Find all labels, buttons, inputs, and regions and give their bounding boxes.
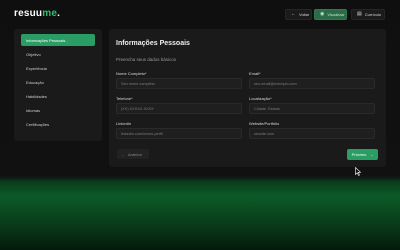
sidebar-item-label: Objetivo	[26, 51, 41, 57]
curriculum-button[interactable]: ▤ Currículo	[351, 9, 385, 20]
phone-field[interactable]: (XX) XXXXX-XXXX	[116, 103, 242, 114]
logo-accent: me	[42, 8, 58, 19]
sidebar-item-education[interactable]: Educação	[21, 76, 95, 88]
name-placeholder: Seu nome completo	[121, 81, 155, 86]
sidebar-item-label: Certificações	[26, 121, 50, 127]
previous-button[interactable]: ← Anterior	[117, 149, 149, 159]
sidebar-item-languages[interactable]: Idiomas	[21, 104, 95, 116]
sidebar-item-label: Idiomas	[26, 107, 41, 113]
top-bar: resuume. ← Voltar ◉ Visualizar ▤ Currícu…	[0, 0, 400, 28]
name-label: Nome Completo*	[116, 71, 147, 76]
arrow-right-icon: →	[369, 152, 374, 157]
page-title: Informações Pessoais	[116, 40, 190, 47]
eye-icon: ◉	[320, 11, 325, 17]
email-label: Email*	[249, 71, 261, 76]
location-placeholder: Cidade, Estado	[254, 106, 280, 111]
arrow-left-icon: ←	[121, 151, 125, 157]
linkedin-label: LinkedIn	[116, 121, 132, 126]
sidebar-item-certifications[interactable]: Certificações	[21, 118, 95, 130]
phone-label: Telefone*	[116, 96, 133, 101]
sidebar-item-label: Educação	[26, 79, 44, 85]
previous-button-label: Anterior	[128, 151, 143, 157]
sidebar-item-skills[interactable]: Habilidades	[21, 90, 95, 102]
linkedin-placeholder: linkedin.com/in/seu-perfil	[121, 131, 163, 136]
website-placeholder: seusite.com	[254, 131, 275, 136]
sidebar-item-personal-info[interactable]: Informações Pessoais	[21, 34, 95, 46]
email-field[interactable]: seu.email@exemplo.com	[249, 78, 375, 89]
website-label: Website/Portfólio	[249, 121, 280, 126]
website-field[interactable]: seusite.com	[249, 128, 375, 139]
location-label: Localização*	[249, 96, 272, 101]
logo: resuume.	[14, 8, 60, 19]
sidebar-item-label: Informações Pessoais	[26, 37, 66, 43]
location-field[interactable]: Cidade, Estado	[249, 103, 375, 114]
back-button-label: Voltar	[299, 12, 310, 17]
next-button-label: Próximo	[351, 152, 367, 157]
arrow-left-icon: ←	[291, 11, 296, 17]
linkedin-field[interactable]: linkedin.com/in/seu-perfil	[116, 128, 242, 139]
next-button[interactable]: Próximo →	[347, 149, 378, 160]
sidebar: Informações Pessoais Objetivo Experiênci…	[14, 29, 102, 141]
sidebar-item-label: Experiência	[26, 65, 47, 71]
preview-button[interactable]: ◉ Visualizar	[314, 9, 347, 20]
email-placeholder: seu.email@exemplo.com	[254, 81, 297, 86]
logo-text: resuu	[14, 8, 43, 19]
sidebar-item-objective[interactable]: Objetivo	[21, 48, 95, 60]
sidebar-item-label: Habilidades	[26, 93, 47, 99]
page-subtitle: Preencha seus dados básicos	[116, 57, 177, 62]
document-icon: ▤	[357, 11, 362, 17]
mouse-cursor-icon	[355, 167, 361, 176]
curriculum-button-label: Currículo	[364, 12, 381, 17]
preview-button-label: Visualizar	[327, 12, 345, 17]
logo-dot: .	[57, 8, 61, 19]
name-field[interactable]: Seu nome completo	[116, 78, 242, 89]
back-button[interactable]: ← Voltar	[285, 9, 312, 20]
sidebar-item-experience[interactable]: Experiência	[21, 62, 95, 74]
personal-info-panel: Informações Pessoais Preencha seus dados…	[109, 29, 386, 167]
phone-placeholder: (XX) XXXXX-XXXX	[121, 106, 154, 111]
